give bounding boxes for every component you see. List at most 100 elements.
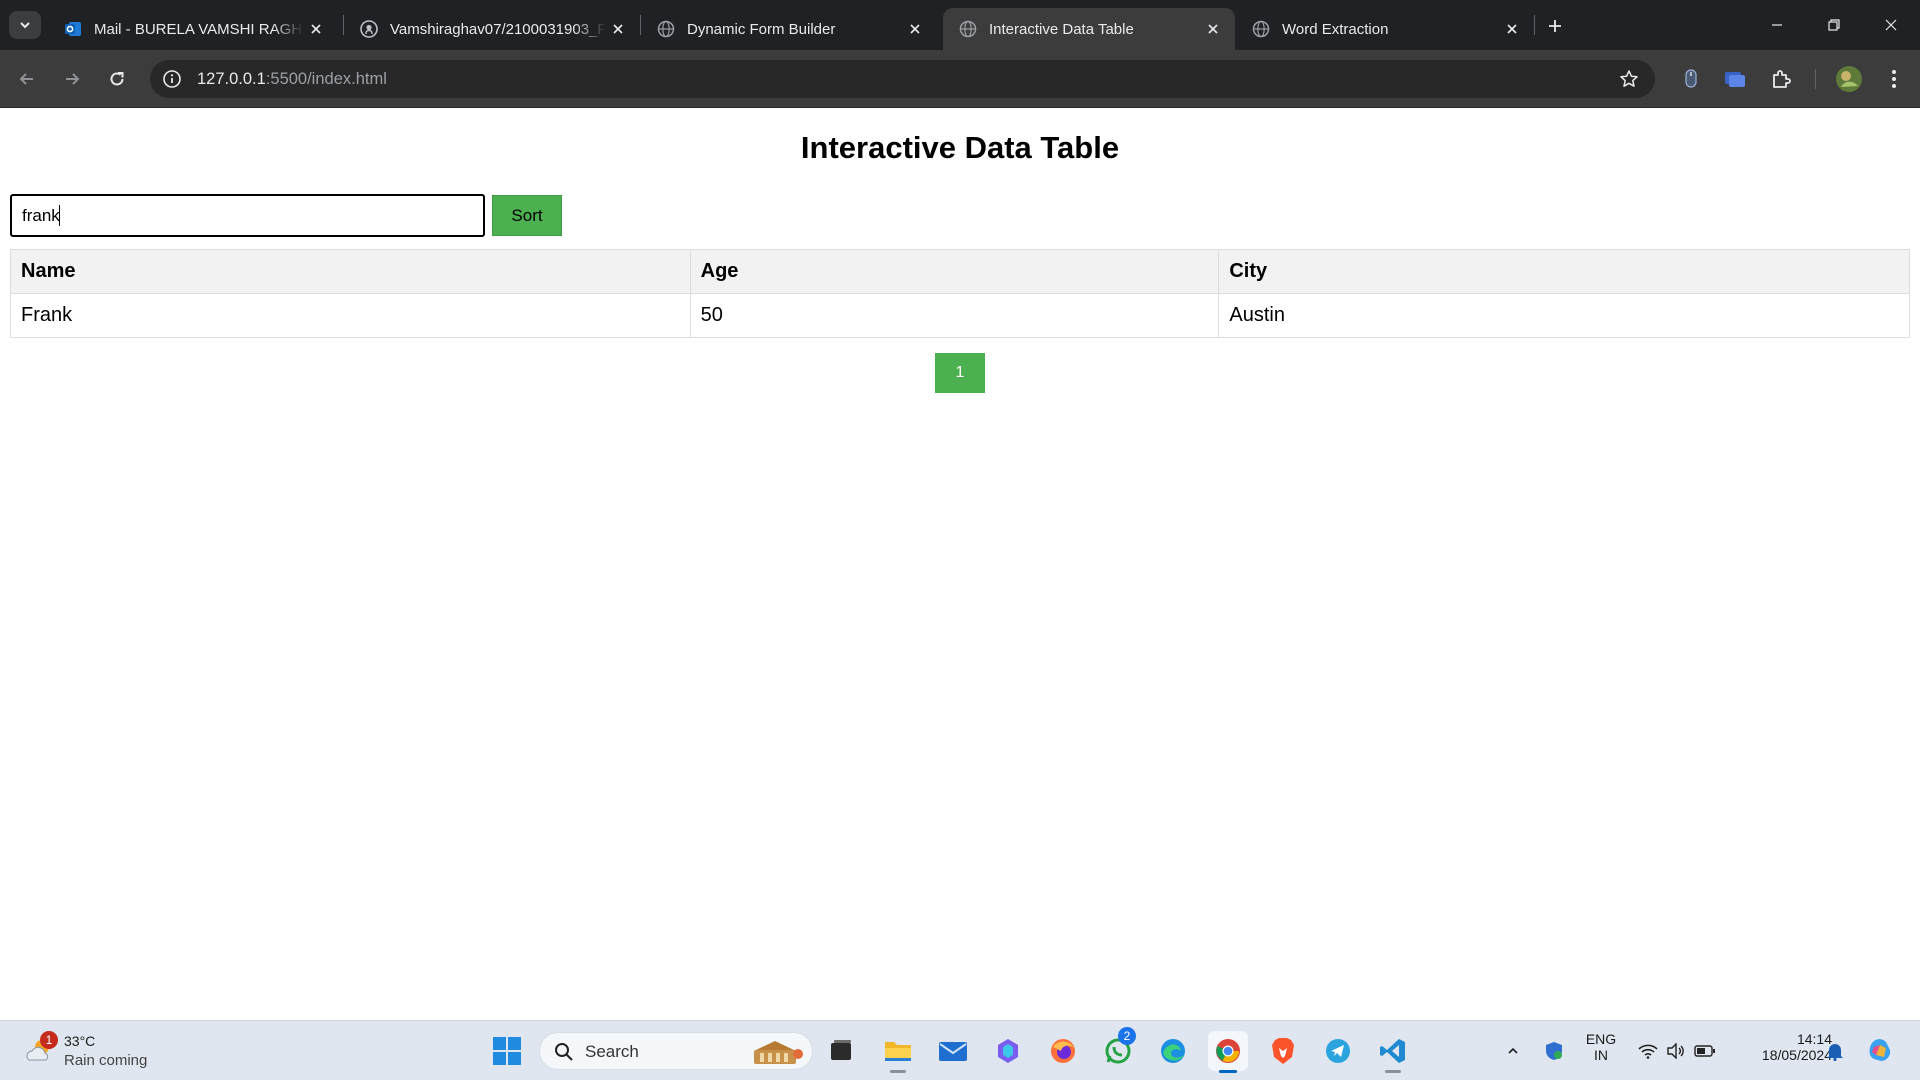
tab-separator: [1534, 15, 1535, 35]
language-indicator[interactable]: ENG IN: [1580, 1031, 1622, 1063]
column-header-name[interactable]: Name: [10, 249, 691, 294]
tab-dynamic-form-builder[interactable]: Dynamic Form Builder: [641, 8, 937, 50]
taskbar-task-view[interactable]: [821, 1031, 861, 1071]
restore-button[interactable]: [1805, 0, 1863, 50]
copilot-tray-icon[interactable]: [1866, 1037, 1894, 1065]
clock[interactable]: 14:14 18/05/2024: [1734, 1031, 1832, 1063]
url-text: 127.0.0.1:5500/index.html: [197, 70, 387, 89]
new-tab-button[interactable]: [1540, 12, 1570, 40]
windows-taskbar: 1 33°C Rain coming Search 2 ENG IN 14:14…: [0, 1020, 1920, 1080]
volume-icon[interactable]: [1665, 1040, 1687, 1062]
browser-toolbar: 127.0.0.1:5500/index.html: [0, 50, 1920, 108]
url-host: 127.0.0.1: [197, 70, 266, 88]
search-icon: [555, 1043, 573, 1061]
column-header-age[interactable]: Age: [689, 249, 1220, 294]
taskbar-telegram[interactable]: [1318, 1031, 1358, 1071]
weather-alert-badge: 1: [40, 1031, 58, 1049]
tab-title: Vamshiraghav07/2100031903_F: [390, 20, 606, 38]
search-highlight-illustration-icon: [754, 1041, 803, 1064]
firefox-icon: [1051, 1039, 1075, 1063]
taskbar-copilot[interactable]: [988, 1031, 1028, 1071]
show-hidden-icons-chevron-up-icon[interactable]: [1502, 1040, 1524, 1062]
github-icon: [360, 20, 378, 38]
address-bar[interactable]: 127.0.0.1:5500/index.html: [150, 60, 1655, 98]
start-button[interactable]: [487, 1031, 527, 1071]
profile-avatar[interactable]: [1835, 65, 1863, 93]
battery-icon[interactable]: [1694, 1040, 1716, 1062]
weather-temperature: 33°C: [64, 1033, 96, 1049]
tab-search-button[interactable]: [9, 11, 41, 39]
tab-github[interactable]: Vamshiraghav07/2100031903_F: [344, 8, 640, 50]
close-icon[interactable]: [304, 17, 328, 41]
taskbar-search-label: Search: [585, 1042, 639, 1061]
table-header-row: Name Age City: [10, 249, 1910, 294]
arrow-right-icon: [66, 73, 80, 85]
taskbar-brave[interactable]: [1263, 1031, 1303, 1071]
windows-logo-icon: [493, 1037, 521, 1065]
info-icon[interactable]: [162, 69, 182, 89]
cell-city: Austin: [1218, 293, 1910, 338]
forward-button[interactable]: [55, 62, 89, 96]
notification-badge: 2: [1118, 1027, 1136, 1045]
edge-icon: [1161, 1039, 1185, 1063]
taskbar-chrome[interactable]: [1208, 1031, 1248, 1073]
column-header-city[interactable]: City: [1218, 249, 1910, 294]
close-window-button[interactable]: [1862, 0, 1920, 50]
taskbar-file-explorer[interactable]: [878, 1031, 918, 1073]
minimize-icon: [1772, 24, 1782, 26]
sort-button[interactable]: Sort: [492, 195, 562, 236]
taskbar-whatsapp[interactable]: 2: [1098, 1027, 1138, 1071]
bookmark-star-icon[interactable]: [1619, 69, 1639, 89]
folder-icon: [885, 1042, 911, 1061]
running-indicator: [1385, 1070, 1401, 1073]
tab-word-extraction[interactable]: Word Extraction: [1236, 8, 1534, 50]
plus-icon: [1549, 20, 1561, 32]
tab-interactive-data-table[interactable]: Interactive Data Table: [943, 8, 1235, 50]
chrome-icon: [1216, 1039, 1240, 1063]
back-button[interactable]: [10, 62, 44, 96]
search-input[interactable]: [10, 194, 485, 237]
notification-bell-icon[interactable]: [1824, 1040, 1846, 1062]
vscode-icon: [1380, 1039, 1405, 1063]
tab-title: Interactive Data Table: [989, 20, 1134, 38]
taskbar-vscode[interactable]: [1373, 1031, 1413, 1073]
tab-manager-extension-icon[interactable]: [1723, 67, 1747, 91]
taskbar-firefox[interactable]: [1043, 1031, 1083, 1071]
pagination-page-1[interactable]: 1: [935, 353, 985, 393]
more-menu-icon[interactable]: [1882, 67, 1906, 91]
tab-mail[interactable]: Mail - BURELA VAMSHI RAGHAV: [48, 8, 338, 50]
task-view-icon: [831, 1040, 851, 1060]
close-icon[interactable]: [606, 17, 630, 41]
close-icon[interactable]: [1201, 17, 1225, 41]
globe-icon: [1252, 20, 1270, 38]
tab-strip: Mail - BURELA VAMSHI RAGHAV Vamshiraghav…: [0, 0, 1920, 50]
close-icon[interactable]: [1500, 17, 1524, 41]
weather-widget[interactable]: 1 33°C Rain coming: [22, 1030, 222, 1072]
outlook-icon: [64, 20, 82, 38]
brave-icon: [1272, 1038, 1294, 1064]
cell-name: Frank: [10, 293, 691, 338]
copilot-icon: [998, 1039, 1018, 1063]
region-code: IN: [1594, 1047, 1608, 1063]
extensions-puzzle-icon[interactable]: [1769, 67, 1793, 91]
taskbar-edge[interactable]: [1153, 1031, 1193, 1071]
language-code: ENG: [1585, 1031, 1617, 1047]
toolbar-divider: [1815, 69, 1816, 89]
tab-title: Mail - BURELA VAMSHI RAGHAV: [94, 20, 304, 38]
mail-icon: [939, 1042, 967, 1061]
mouse-extension-icon[interactable]: [1679, 67, 1703, 91]
taskbar-search[interactable]: Search: [539, 1032, 813, 1070]
weather-condition: Rain coming: [64, 1052, 148, 1069]
restore-icon: [1828, 19, 1840, 31]
close-icon: [1885, 19, 1897, 31]
table-row: Frank 50 Austin: [10, 293, 1910, 338]
globe-icon: [959, 20, 977, 38]
reload-button[interactable]: [100, 62, 134, 96]
minimize-button[interactable]: [1748, 0, 1806, 50]
wifi-icon[interactable]: [1637, 1040, 1659, 1062]
tab-title: Word Extraction: [1282, 20, 1389, 38]
taskbar-mail[interactable]: [933, 1031, 973, 1071]
close-icon[interactable]: [903, 17, 927, 41]
security-shield-icon[interactable]: [1543, 1040, 1565, 1062]
page-title: Interactive Data Table: [800, 130, 1120, 165]
